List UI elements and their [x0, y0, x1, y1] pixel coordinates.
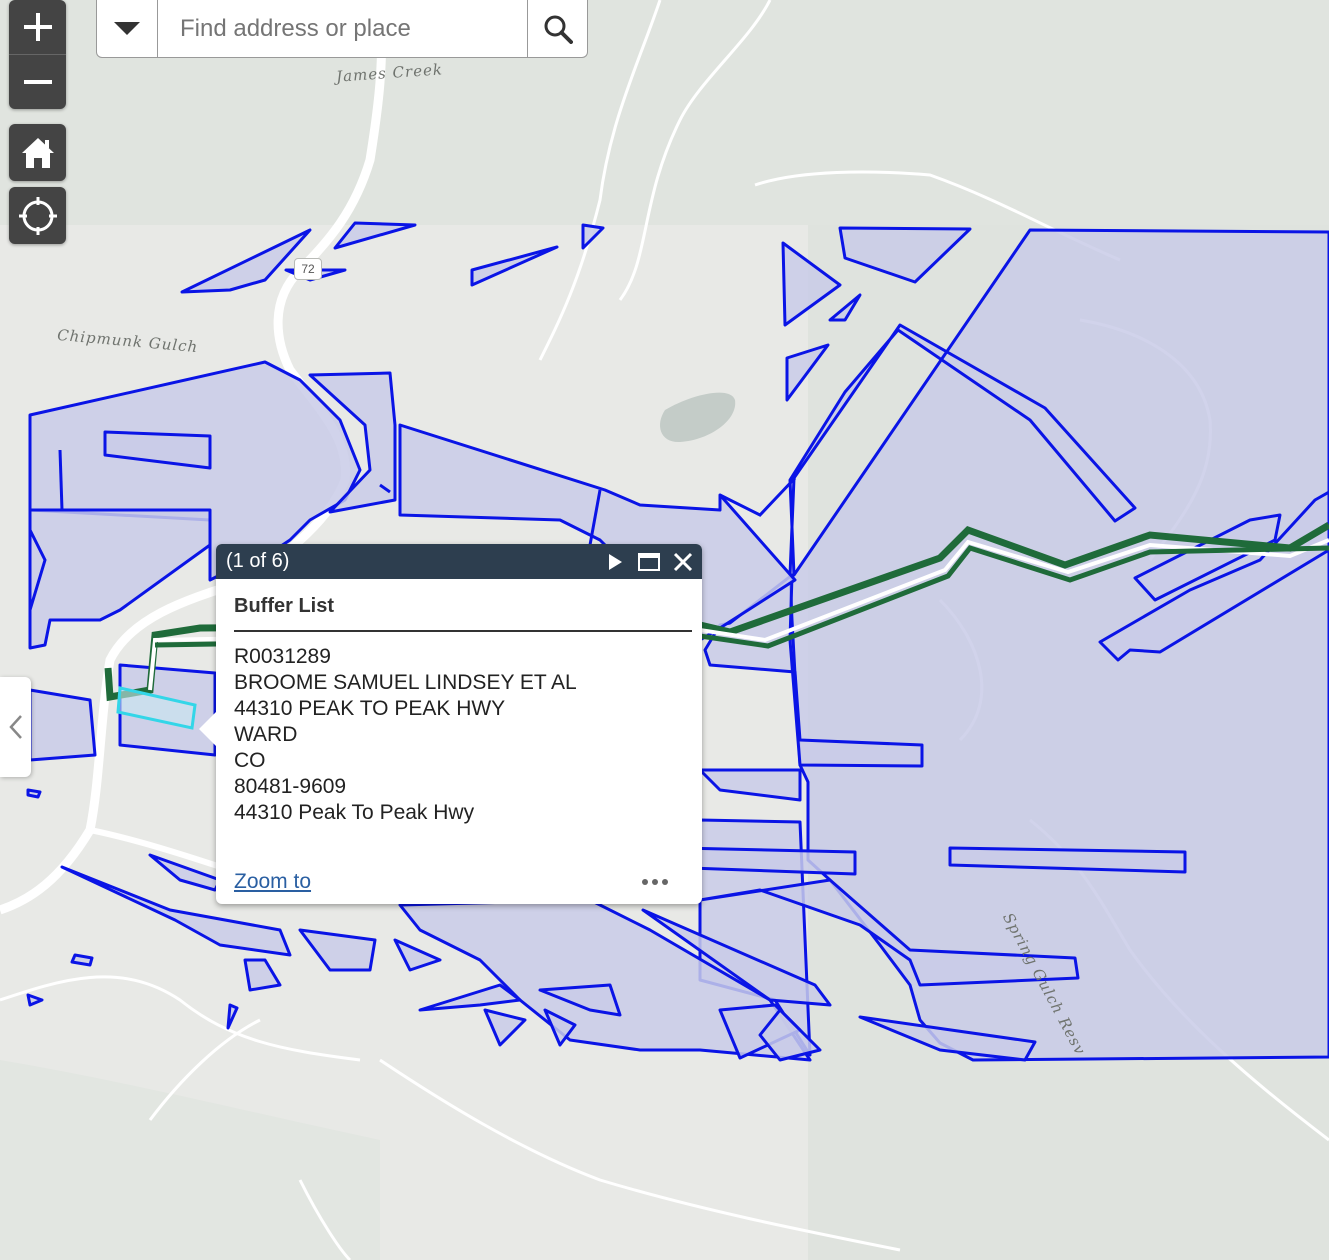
home-button[interactable]	[9, 124, 66, 181]
more-actions-button[interactable]	[642, 879, 684, 885]
zoom-in-button[interactable]	[9, 0, 66, 55]
owner-name: BROOME SAMUEL LINDSEY ET AL	[234, 671, 577, 694]
minus-icon	[23, 80, 52, 84]
search-button[interactable]	[527, 0, 587, 57]
play-next-icon	[609, 553, 622, 570]
search-icon	[544, 15, 573, 44]
zoom-controls	[9, 0, 66, 109]
caret-down-icon	[114, 21, 140, 35]
popup-header: (1 of 6)	[216, 544, 702, 579]
popup-title: Buffer List	[234, 595, 692, 632]
locate-button[interactable]	[9, 187, 66, 244]
close-button[interactable]	[666, 544, 700, 579]
search-input[interactable]	[158, 0, 527, 57]
home-icon	[21, 137, 54, 168]
parcel-id: R0031289	[234, 645, 331, 668]
popup-pointer	[199, 711, 217, 747]
next-feature-button[interactable]	[598, 544, 632, 579]
state: CO	[234, 749, 266, 772]
site-address: 44310 Peak To Peak Hwy	[234, 801, 475, 824]
city: WARD	[234, 723, 298, 746]
mailing-address: 44310 PEAK TO PEAK HWY	[234, 697, 506, 720]
zoom-out-button[interactable]	[9, 55, 66, 109]
search-bar	[96, 0, 588, 58]
lake	[660, 392, 736, 443]
maximize-button[interactable]	[632, 544, 666, 579]
zip-code: 80481-9609	[234, 775, 347, 798]
plus-icon	[23, 13, 52, 41]
popup-footer: Zoom to	[234, 870, 684, 894]
locate-icon	[18, 196, 57, 235]
maximize-icon	[638, 552, 660, 571]
zoom-to-link[interactable]: Zoom to	[234, 870, 311, 894]
ellipsis-icon	[642, 879, 648, 885]
locate-control	[9, 187, 66, 244]
search-source-dropdown[interactable]	[97, 0, 158, 57]
home-control	[9, 124, 66, 181]
popup-body: Buffer List R0031289 BROOME SAMUEL LINDS…	[216, 579, 702, 826]
side-panel-toggle[interactable]	[0, 677, 31, 777]
popup-count: (1 of 6)	[226, 550, 290, 572]
feature-popup: (1 of 6) Buffer List R0031289 BROOME SAM…	[199, 544, 702, 904]
highway-shield: 72	[294, 258, 322, 280]
close-icon	[673, 552, 693, 571]
chevron-left-icon	[8, 715, 22, 739]
